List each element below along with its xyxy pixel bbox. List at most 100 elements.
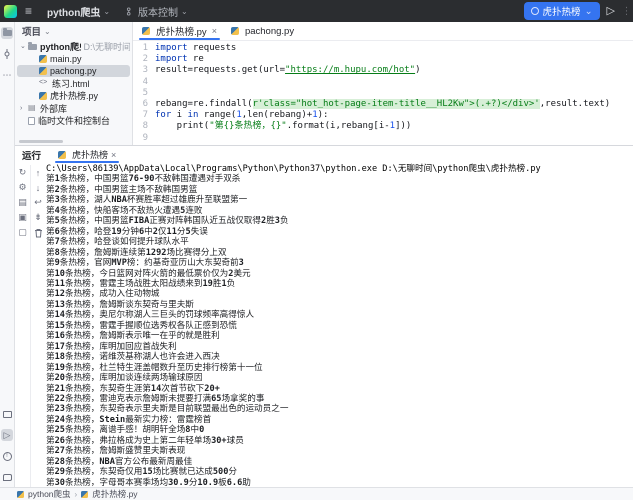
code-line: 6rebang=re.findall(r'class="hot_hot-page…: [133, 99, 633, 110]
horizontal-scrollbar[interactable]: [19, 140, 63, 143]
console-output[interactable]: C:\Users\86139\AppData\Local\Programs\Py…: [46, 163, 633, 487]
tree-item[interactable]: ⌄python爬虫D:\无聊时间\p: [17, 40, 130, 52]
code-line: 2import re: [133, 54, 633, 65]
scratch-icon: [28, 117, 35, 125]
breadcrumb-project[interactable]: python爬虫: [28, 488, 71, 500]
layout-icon[interactable]: ▤: [17, 197, 28, 208]
line-number: 4: [133, 77, 155, 88]
tree-item[interactable]: 临时文件和控制台: [17, 114, 130, 126]
vcs-widget-button[interactable]: 版本控制 ⌄: [121, 2, 193, 21]
code-line: 5: [133, 88, 633, 99]
console-line: 第20条热榜，库明加谈连续两场输球原因: [46, 373, 633, 383]
code-line: 8 print("第{}条热榜，{}".format(i,rebang[i-1]…: [133, 121, 633, 132]
clear-console-icon[interactable]: [33, 227, 44, 238]
console-line: 第11条热榜，雷霆主场战胜太阳战绩来到19胜1负: [46, 279, 633, 289]
run-config-selector[interactable]: 虎扑热榜 ⌄: [524, 2, 600, 20]
tree-item[interactable]: 虎扑热榜.py: [17, 90, 130, 102]
console-line: 第22条热榜，雷迪克表示詹姆斯未提要打满65场拿奖的事: [46, 394, 633, 404]
more-actions-icon[interactable]: ⋮: [622, 6, 627, 17]
down-stack-trace-icon[interactable]: ↓: [33, 182, 44, 193]
run-console: 运行 虎扑热榜 × ↻ ⚙ ▤ ▣ ▢: [15, 145, 633, 487]
navigation-breadcrumb-bar: python爬虫 › 虎扑热榜.py: [0, 487, 633, 500]
code-token: "https://m.hupu.com/hot": [285, 65, 415, 75]
tree-item-label: pachong.py: [50, 66, 97, 76]
project-widget-button[interactable]: python爬虫 ⌄: [42, 2, 115, 21]
console-line: 第16条热榜，詹姆斯表示唯一在乎的就是胜利: [46, 331, 633, 341]
console-line: 第18条热榜，诺维茨基称湖人也许会进入西决: [46, 352, 633, 362]
editor-area[interactable]: 虎扑热榜.py × pachong.py 1import requests2im…: [133, 22, 633, 145]
chevron-down-icon: ⌄: [181, 7, 188, 16]
console-line: 第28条热榜，NBA官方公布最新周最佳: [46, 457, 633, 467]
python-icon: [39, 67, 47, 75]
console-line: 第25条热榜，离谱手感！胡明轩全场8中0: [46, 425, 633, 435]
console-line: 第15条热榜，雷霆手握顺位选秀权各队正感到恐慌: [46, 321, 633, 331]
tree-item-label: 虎扑热榜.py: [50, 89, 98, 102]
line-number: 8: [133, 121, 155, 132]
breadcrumb-file[interactable]: 虎扑热榜.py: [92, 488, 137, 500]
close-icon[interactable]: ×: [212, 26, 217, 36]
tree-item[interactable]: pachong.py: [17, 65, 130, 77]
console-tab[interactable]: 虎扑热榜 ×: [53, 146, 121, 163]
console-line: 第24条热榜，Stein最新实力榜：雷霆榜首: [46, 415, 633, 425]
main-menu-icon[interactable]: ≡: [25, 4, 32, 18]
code-text: import re: [155, 54, 204, 65]
tree-item[interactable]: ›外部库: [17, 102, 130, 114]
run-button[interactable]: ▷: [607, 6, 615, 17]
tab-pachong-file[interactable]: pachong.py: [224, 22, 301, 40]
up-stack-trace-icon[interactable]: ↑: [33, 167, 44, 178]
commit-toolwindow-icon[interactable]: [1, 48, 13, 60]
project-panel-header[interactable]: 项目 ⌄: [15, 22, 132, 40]
project-panel: 项目 ⌄ ⌄python爬虫D:\无聊时间\p main.py pachong.py…: [15, 22, 133, 145]
project-toolwindow-icon[interactable]: [1, 27, 13, 39]
problems-toolwindow-icon[interactable]: !: [1, 450, 13, 462]
console-header: 运行 虎扑热榜 ×: [15, 146, 633, 163]
console-line: 第2条热榜，中国男篮主场不敌韩国男篮: [46, 185, 633, 195]
line-number: 9: [133, 133, 155, 144]
code-token: result=requests.get(url=: [155, 65, 285, 75]
code-token: print(: [155, 121, 209, 131]
vcs-widget-label: 版本控制: [138, 4, 178, 19]
tab-label: pachong.py: [245, 26, 294, 37]
console-line: 第27条热榜，詹姆斯盛赞里夫斯表现: [46, 446, 633, 456]
terminal-toolwindow-icon[interactable]: [1, 408, 13, 420]
tree-item-path: D:\无聊时间\p: [84, 40, 130, 53]
close-icon[interactable]: ×: [111, 150, 116, 160]
notifications-toolwindow-icon[interactable]: [1, 471, 13, 483]
scroll-to-end-icon[interactable]: ⇟: [33, 212, 44, 223]
chevron-right-icon[interactable]: ›: [20, 105, 28, 112]
code-editor[interactable]: 1import requests2import re3result=reques…: [133, 41, 633, 145]
python-file-icon: [81, 491, 88, 498]
pin-tab-icon[interactable]: ▣: [17, 212, 28, 223]
tree-item[interactable]: 练习.html: [17, 77, 130, 89]
tab-hupu-file[interactable]: 虎扑热榜.py ×: [135, 22, 224, 40]
tree-item[interactable]: main.py: [17, 52, 130, 64]
console-line: 第19条热榜，杜兰特生涯盖帽数升至历史排行榜第十一位: [46, 363, 633, 373]
console-line: 第23条热榜，东契奇表示里夫斯是目前联盟最出色的运动员之一: [46, 404, 633, 414]
code-token: import: [155, 43, 188, 53]
run-toolwindow-icon[interactable]: ▷: [1, 429, 13, 441]
console-line: 第30条热榜，字母哥本赛季场均30.9分10.9板6.6助: [46, 478, 633, 487]
chevron-down-icon[interactable]: ⌄: [20, 42, 28, 50]
rerun-icon[interactable]: ↻: [17, 167, 28, 178]
console-line: 第29条热榜，东契奇仅用15场比赛就已达成500分: [46, 467, 633, 477]
chevron-down-icon: ⌄: [44, 27, 51, 36]
run-config-label: 虎扑热榜: [543, 4, 581, 18]
console-line: 第1条热榜，中国男篮76-90不敌韩国遭遇对手双杀: [46, 174, 633, 184]
tree-item-label: 练习.html: [52, 77, 90, 90]
python-file-icon: [231, 27, 239, 35]
tree-item-label: main.py: [50, 54, 82, 64]
code-token: i: [171, 110, 187, 120]
tree-item-label: 临时文件和控制台: [38, 114, 110, 127]
more-tools-icon[interactable]: ⋯: [1, 69, 13, 81]
code-token: in: [188, 110, 199, 120]
breadcrumb-separator: ›: [75, 490, 78, 499]
hide-icon[interactable]: ▢: [17, 227, 28, 238]
console-line: 第7条热榜，哈登谈如何提升球队水平: [46, 237, 633, 247]
settings-gear-icon[interactable]: ⚙: [17, 182, 28, 193]
soft-wrap-icon[interactable]: ↩: [33, 197, 44, 208]
code-token: ):: [318, 110, 329, 120]
console-line: 第5条热榜，中国男篮FIBA正赛对阵韩国队近五战仅取得2胜3负: [46, 216, 633, 226]
console-line: 第12条热榜，成功入住动物城: [46, 289, 633, 299]
console-toolbar: ↻ ⚙ ▤ ▣ ▢ ↑ ↓ ↩ ⇟: [15, 163, 46, 487]
console-line: 第21条热榜，东契奇生涯第14次首节砍下20+: [46, 384, 633, 394]
